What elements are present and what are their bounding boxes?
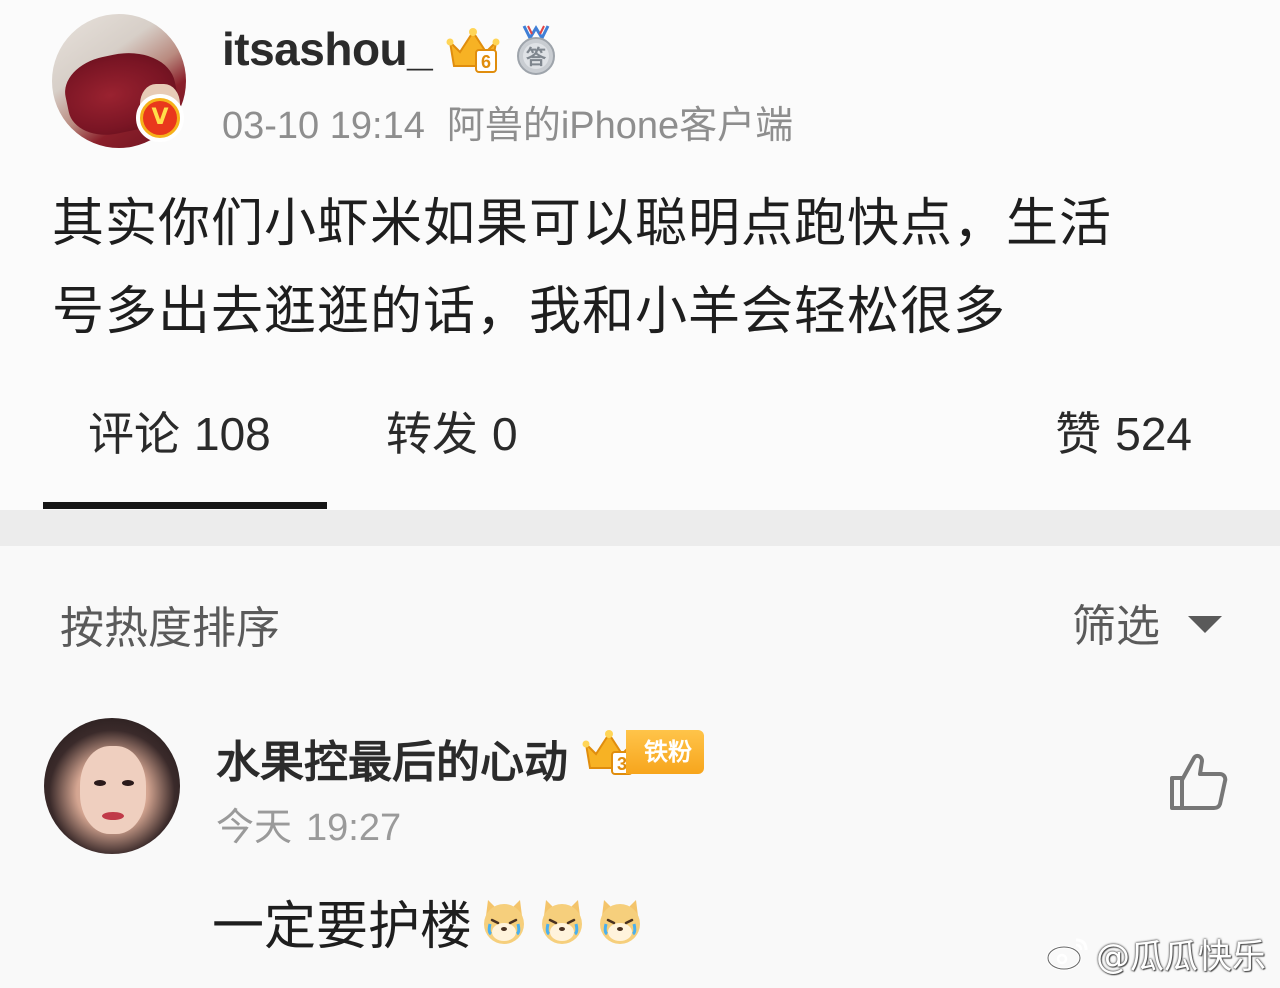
fan-badge-label: 铁粉 (626, 730, 704, 774)
weibo-post-page: V itsashou_ 6 答 03-10 19:14 阿兽的iPhone客户端 … (0, 0, 1280, 988)
tab-reposts-count: 0 (492, 408, 518, 460)
tab-comments-count: 108 (194, 408, 271, 460)
filter-label: 筛选 (1072, 601, 1160, 652)
medal-char: 答 (526, 45, 547, 69)
fan-badge: 3 铁粉 (582, 728, 704, 776)
verified-v-icon: V (136, 94, 184, 142)
chevron-down-icon (1188, 615, 1222, 633)
tab-comments-label: 评论 (88, 407, 180, 461)
comment-body: 一定要护楼 (212, 884, 646, 959)
post-meta: 03-10 19:14 阿兽的iPhone客户端 (222, 94, 793, 149)
post-body: 其实你们小虾米如果可以聪明点跑快点，生活 号多出去逛逛的话，我和小羊会轻松很多 (52, 180, 1232, 356)
sort-by-hot-button[interactable]: 按热度排序 (60, 592, 280, 656)
post-tabs: 评论 108 转发 0 赞 524 (0, 380, 1280, 510)
commenter-avatar[interactable] (44, 718, 180, 854)
comment-date: 今天 (216, 805, 293, 849)
post-body-line: 号多出去逛逛的话，我和小羊会轻松很多 (52, 282, 1007, 342)
post-card: V itsashou_ 6 答 03-10 19:14 阿兽的iPhone客户端 … (0, 0, 1280, 510)
post-source: 阿兽的iPhone客户端 (446, 105, 794, 147)
post-body-line: 其实你们小虾米如果可以聪明点跑快点，生活 (52, 194, 1113, 254)
crown-level-number: 6 (481, 52, 491, 72)
tab-likes[interactable]: 赞 524 (1055, 398, 1192, 464)
answerer-medal-icon: 答 (517, 25, 556, 75)
active-tab-indicator (43, 502, 327, 509)
comment-meta: 今天 19:27 (216, 796, 401, 851)
weibo-logo-icon (1046, 938, 1088, 970)
tab-likes-label: 赞 (1055, 407, 1102, 461)
crying-dog-emoji-icon (600, 899, 641, 944)
filter-dropdown[interactable]: 筛选 (1072, 590, 1222, 654)
thumbs-up-icon[interactable] (1166, 750, 1230, 814)
crown-level-icon: 6 (446, 28, 500, 73)
comment-time: 19:27 (306, 807, 402, 849)
comments-section: 按热度排序 筛选 水果控最后的心动 3 铁粉 今天 19:27 一定要护楼 @瓜… (0, 546, 1280, 988)
commenter-username[interactable]: 水果控最后的心动 (216, 726, 568, 790)
crying-dog-emoji-icon (542, 899, 583, 944)
post-time: 03-10 19:14 (222, 105, 425, 147)
comment-text: 一定要护楼 (212, 897, 473, 957)
tab-reposts[interactable]: 转发 0 (386, 398, 518, 464)
author-username[interactable]: itsashou_ (222, 22, 433, 76)
tab-reposts-label: 转发 (386, 407, 478, 461)
watermark: @瓜瓜快乐 (1046, 929, 1266, 978)
tab-comments[interactable]: 评论 108 (88, 398, 271, 464)
tab-likes-count: 524 (1115, 408, 1192, 460)
watermark-text: @瓜瓜快乐 (1096, 937, 1266, 977)
crying-dog-emoji-icon (484, 899, 525, 944)
section-divider (0, 510, 1280, 546)
